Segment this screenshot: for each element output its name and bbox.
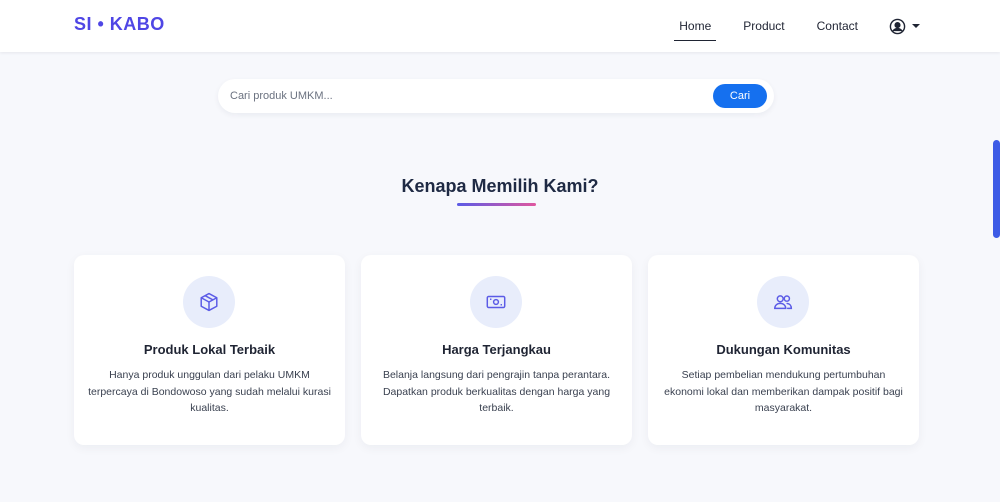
feature-card-local-product: Produk Lokal Terbaik Hanya produk unggul… — [74, 255, 345, 445]
nav-links: Home Product Contact — [652, 0, 920, 52]
nav-home[interactable]: Home — [674, 11, 717, 41]
card-title: Produk Lokal Terbaik — [143, 342, 276, 357]
feature-card-community-support: Dukungan Komunitas Setiap pembelian mend… — [648, 255, 919, 445]
nav-contact[interactable]: Contact — [812, 11, 863, 41]
feature-icon-bg — [757, 276, 809, 328]
users-icon — [774, 295, 793, 310]
feature-icon-bg — [470, 276, 522, 328]
card-title: Dukungan Komunitas — [716, 342, 851, 357]
nav-product[interactable]: Product — [738, 11, 789, 41]
feature-card-affordable-price: Harga Terjangkau Belanja langsung dari p… — [361, 255, 632, 445]
box-icon — [200, 292, 218, 312]
search-input[interactable] — [230, 79, 700, 113]
section-title: Kenapa Memilih Kami? — [401, 176, 599, 196]
feature-icon-bg — [183, 276, 235, 328]
user-circle-icon — [889, 18, 906, 34]
user-menu[interactable] — [889, 18, 920, 35]
search-bar: Cari — [218, 79, 774, 113]
card-description: Hanya produk unggulan dari pelaku UMKM t… — [88, 369, 331, 414]
title-underline — [457, 203, 536, 206]
brand-logo[interactable]: SI • KABO — [74, 14, 165, 35]
card-title: Harga Terjangkau — [442, 342, 551, 357]
navbar: SI • KABO Home Product Contact — [0, 0, 1000, 52]
scrollbar-thumb[interactable] — [993, 140, 1000, 238]
search-button[interactable]: Cari — [713, 84, 767, 108]
money-icon — [486, 295, 506, 309]
card-description: Belanja langsung dari pengrajin tanpa pe… — [382, 369, 611, 414]
card-description: Setiap pembelian mendukung pertumbuhan e… — [664, 369, 903, 414]
chevron-down-icon — [912, 24, 920, 28]
